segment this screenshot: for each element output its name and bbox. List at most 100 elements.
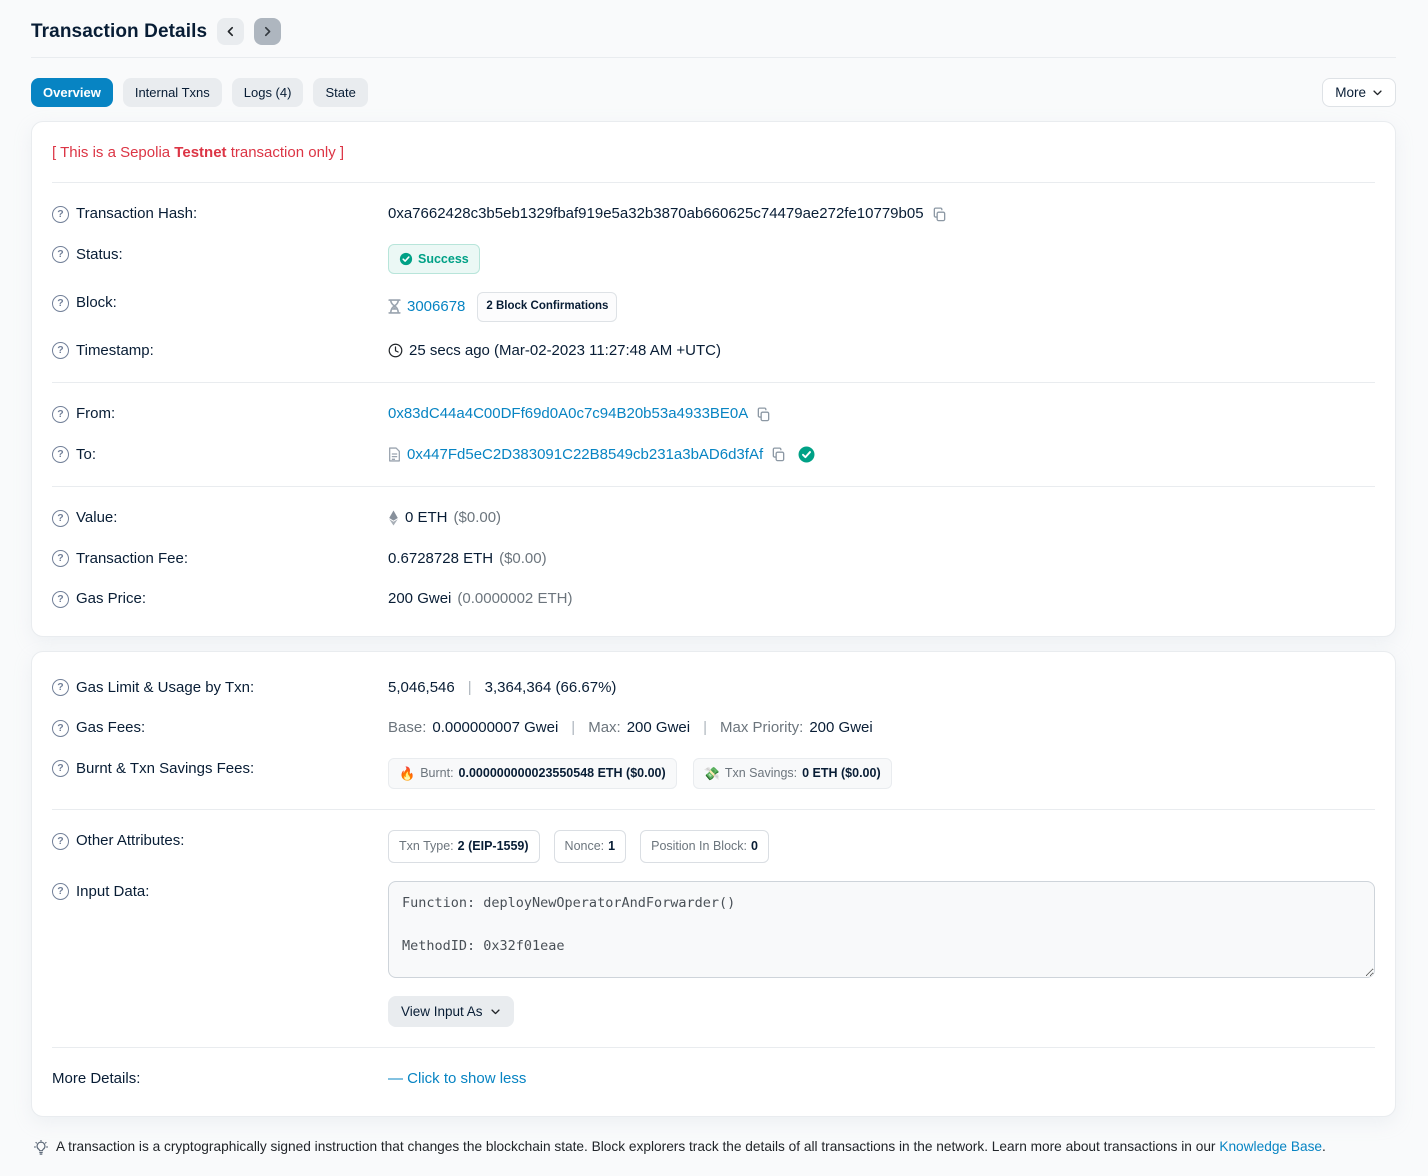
help-icon[interactable]: ? — [52, 679, 69, 696]
gas-price-label-group: ? Gas Price: — [52, 588, 388, 611]
tab-overview[interactable]: Overview — [31, 78, 113, 107]
row-to: ? To: 0x447Fd5eC2D383091C22B8549cb231a3b… — [52, 435, 1375, 476]
fire-icon: 🔥 — [399, 764, 415, 784]
gas-price-label: Gas Price: — [76, 588, 146, 611]
tab-internal-txns[interactable]: Internal Txns — [123, 78, 222, 107]
show-less-link[interactable]: — Click to show less — [388, 1068, 526, 1091]
help-icon[interactable]: ? — [52, 206, 69, 223]
gas-fees-max-label: Max: — [588, 717, 621, 740]
eth-diamond-icon — [388, 510, 399, 526]
transaction-fee-usd: ($0.00) — [499, 548, 547, 571]
txn-type-value: 2 (EIP-1559) — [458, 837, 529, 856]
from-label-group: ? From: — [52, 403, 388, 426]
help-icon[interactable]: ? — [52, 720, 69, 737]
copy-to-address-button[interactable] — [769, 447, 788, 462]
gas-limit-value: 5,046,546 — [388, 677, 455, 700]
from-address-link[interactable]: 0x83dC44a4C00DFf69d0A0c7c94B20b53a4933BE… — [388, 403, 748, 426]
tab-logs[interactable]: Logs (4) — [232, 78, 304, 107]
from-label: From: — [76, 403, 115, 426]
tabs-row: Overview Internal Txns Logs (4) State Mo… — [31, 78, 1396, 107]
gas-limit-label-group: ? Gas Limit & Usage by Txn: — [52, 677, 388, 700]
txn-savings-badge: 💸 Txn Savings: 0 ETH ($0.00) — [693, 758, 892, 790]
position-in-block-badge: Position In Block: 0 — [640, 830, 769, 863]
value-usd: ($0.00) — [454, 507, 502, 530]
divider — [52, 182, 1375, 183]
txn-type-label: Txn Type: — [399, 837, 454, 856]
burnt-savings-label: Burnt & Txn Savings Fees: — [76, 758, 254, 781]
burnt-fee-badge: 🔥 Burnt: 0.000000000023550548 ETH ($0.00… — [388, 758, 677, 790]
page-header: Transaction Details — [31, 14, 1396, 58]
input-data-label: Input Data: — [76, 881, 149, 904]
prev-transaction-button[interactable] — [217, 18, 244, 45]
timestamp-value-group: 25 secs ago (Mar-02-2023 11:27:48 AM +UT… — [388, 340, 1375, 363]
divider — [52, 382, 1375, 383]
help-icon[interactable]: ? — [52, 446, 69, 463]
divider — [52, 809, 1375, 810]
transaction-fee-label: Transaction Fee: — [76, 548, 188, 571]
value-label: Value: — [76, 507, 117, 530]
tab-state[interactable]: State — [313, 78, 367, 107]
gas-fees-label-group: ? Gas Fees: — [52, 717, 388, 740]
next-transaction-button[interactable] — [254, 18, 281, 45]
transaction-fee-label-group: ? Transaction Fee: — [52, 548, 388, 571]
knowledge-base-link[interactable]: Knowledge Base — [1219, 1139, 1322, 1154]
row-transaction-hash: ? Transaction Hash: 0xa7662428c3b5eb1329… — [52, 194, 1375, 235]
overview-card-primary: [ This is a Sepolia Testnet transaction … — [31, 121, 1396, 637]
gas-fees-base-value: 0.000000007 Gwei — [432, 717, 558, 740]
row-gas-fees: ? Gas Fees: Base: 0.000000007 Gwei | Max… — [52, 708, 1375, 749]
status-badge-label: Success — [418, 250, 469, 269]
row-timestamp: ? Timestamp: 25 secs ago (Mar-02-2023 11… — [52, 331, 1375, 372]
block-number-link[interactable]: 3006678 — [407, 296, 465, 319]
transaction-hash-value: 0xa7662428c3b5eb1329fbaf919e5a32b3870ab6… — [388, 203, 924, 226]
view-input-as-button[interactable]: View Input As — [388, 996, 514, 1027]
footer-description: A transaction is a cryptographically sig… — [56, 1139, 1216, 1154]
more-details-label: More Details: — [52, 1068, 140, 1091]
block-confirmations-badge: 2 Block Confirmations — [477, 292, 617, 321]
block-label: Block: — [76, 292, 117, 315]
hourglass-icon — [388, 299, 401, 314]
help-icon[interactable]: ? — [52, 833, 69, 850]
status-value-group: Success — [388, 244, 1375, 275]
more-dropdown-button[interactable]: More — [1322, 78, 1396, 107]
help-icon[interactable]: ? — [52, 510, 69, 527]
transaction-fee-amount: 0.6728728 ETH — [388, 548, 493, 571]
to-label: To: — [76, 444, 96, 467]
gas-price-eth: (0.0000002 ETH) — [457, 588, 572, 611]
to-address-link[interactable]: 0x447Fd5eC2D383091C22B8549cb231a3bAD6d3f… — [407, 444, 763, 467]
testnet-notice: [ This is a Sepolia Testnet transaction … — [52, 138, 1375, 171]
gas-limit-label: Gas Limit & Usage by Txn: — [76, 677, 254, 700]
burnt-label: Burnt: — [420, 764, 453, 783]
help-icon[interactable]: ? — [52, 246, 69, 263]
copy-transaction-hash-button[interactable] — [930, 207, 949, 222]
help-icon[interactable]: ? — [52, 883, 69, 900]
input-data-value-group: Function: deployNewOperatorAndForwarder(… — [388, 881, 1375, 1028]
help-icon[interactable]: ? — [52, 406, 69, 423]
timestamp-label: Timestamp: — [76, 340, 154, 363]
value-value-group: 0 ETH ($0.00) — [388, 507, 1375, 530]
help-icon[interactable]: ? — [52, 760, 69, 777]
position-in-block-label: Position In Block: — [651, 837, 747, 856]
transaction-hash-label: Transaction Hash: — [76, 203, 197, 226]
testnet-notice-prefix: [ This is a Sepolia — [52, 144, 174, 161]
row-status: ? Status: Success — [52, 235, 1375, 284]
pipe-separator: | — [468, 677, 472, 700]
pipe-separator: | — [571, 717, 575, 740]
gas-fees-max-priority-value: 200 Gwei — [809, 717, 872, 740]
chevron-right-icon — [262, 26, 273, 37]
page-title: Transaction Details — [31, 21, 207, 43]
view-input-as-label: View Input As — [401, 1004, 483, 1019]
burnt-savings-value-group: 🔥 Burnt: 0.000000000023550548 ETH ($0.00… — [388, 758, 1375, 790]
help-icon[interactable]: ? — [52, 295, 69, 312]
transaction-fee-value-group: 0.6728728 ETH ($0.00) — [388, 548, 1375, 571]
input-data-textarea[interactable]: Function: deployNewOperatorAndForwarder(… — [388, 881, 1375, 978]
help-icon[interactable]: ? — [52, 550, 69, 567]
row-other-attributes: ? Other Attributes: Txn Type: 2 (EIP-155… — [52, 821, 1375, 872]
gas-price-value-group: 200 Gwei (0.0000002 ETH) — [388, 588, 1375, 611]
status-label-group: ? Status: — [52, 244, 388, 267]
help-icon[interactable]: ? — [52, 591, 69, 608]
other-attributes-value-group: Txn Type: 2 (EIP-1559) Nonce: 1 Position… — [388, 830, 1375, 863]
row-gas-price: ? Gas Price: 200 Gwei (0.0000002 ETH) — [52, 579, 1375, 620]
help-icon[interactable]: ? — [52, 342, 69, 359]
more-details-value-group: — Click to show less — [388, 1068, 1375, 1091]
copy-from-address-button[interactable] — [754, 407, 773, 422]
